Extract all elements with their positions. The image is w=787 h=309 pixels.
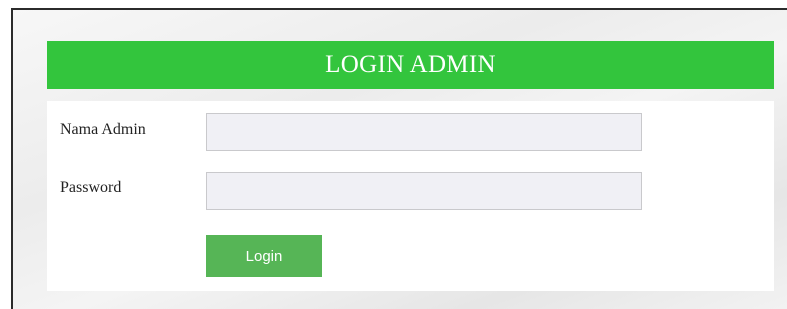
login-form: Nama Admin Password Login	[47, 101, 774, 291]
password-input[interactable]	[206, 172, 642, 210]
login-title: LOGIN ADMIN	[47, 41, 774, 89]
login-button[interactable]: Login	[206, 235, 322, 277]
admin-name-input[interactable]	[206, 113, 642, 151]
password-label: Password	[60, 179, 122, 196]
login-panel: LOGIN ADMIN Nama Admin Password Login	[47, 41, 774, 291]
admin-name-label: Nama Admin	[60, 121, 146, 138]
